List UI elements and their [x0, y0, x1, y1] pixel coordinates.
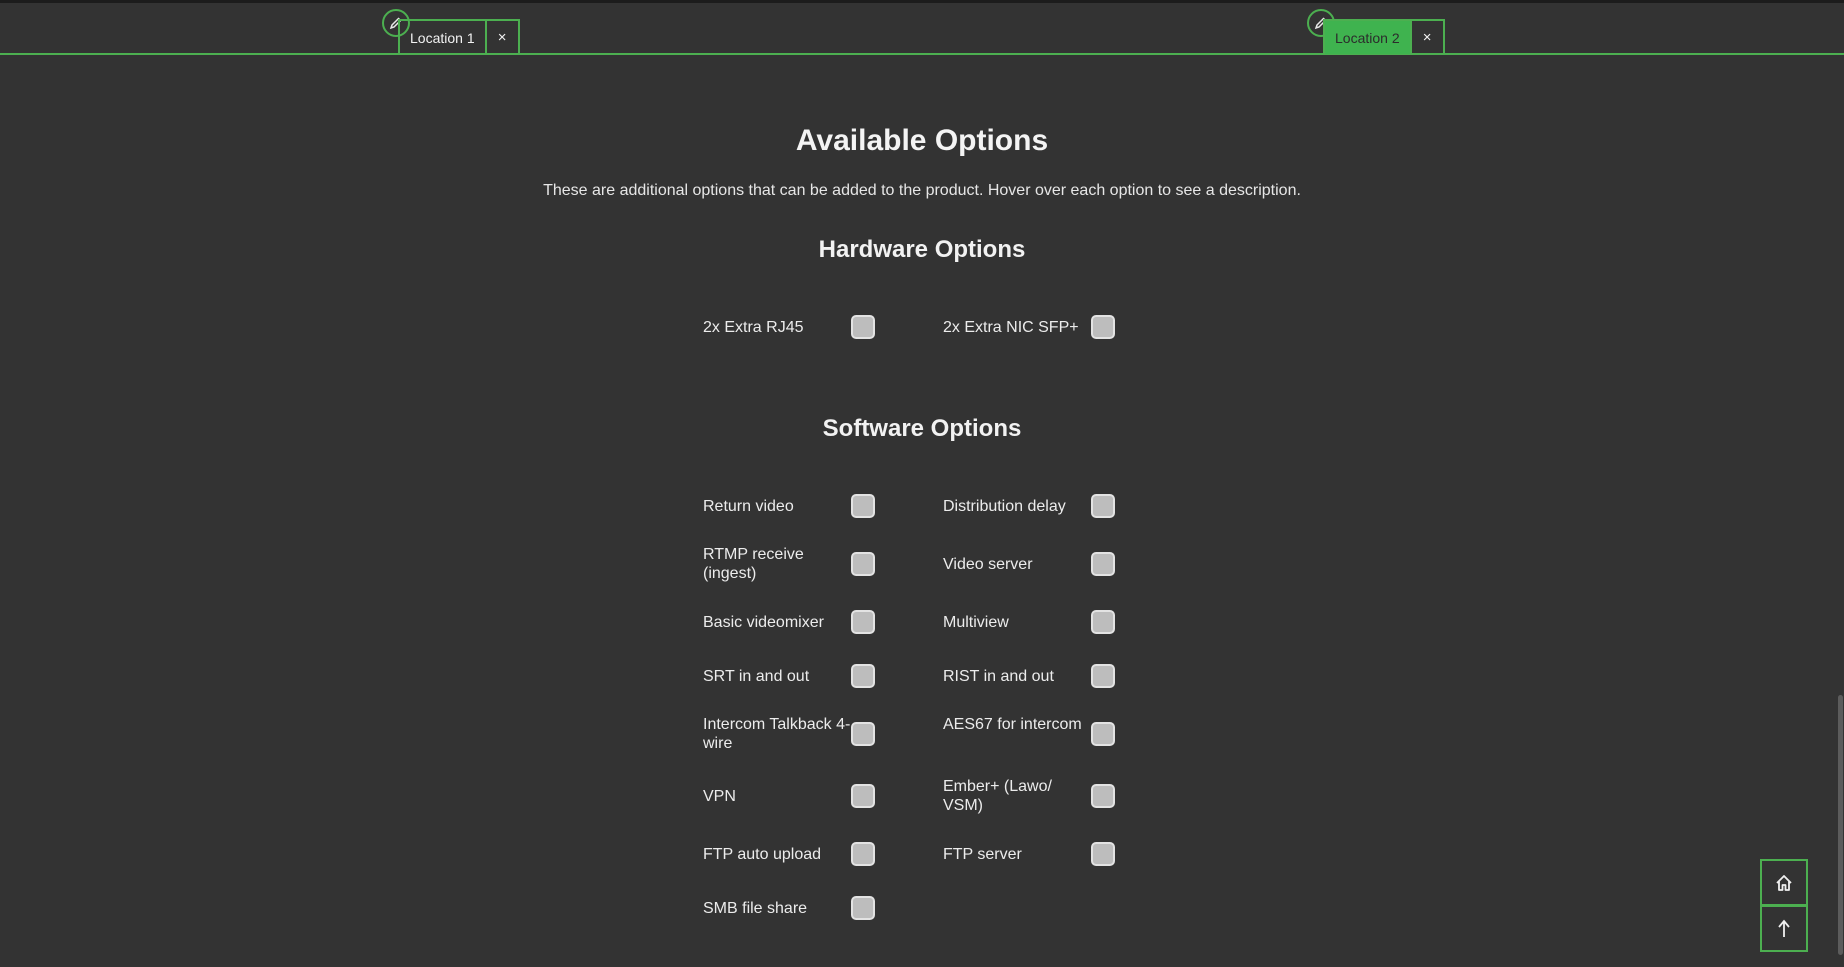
software-option-label-multiview: Multiview	[943, 613, 1009, 631]
tab-location-2[interactable]: Location 2 ×	[1323, 19, 1445, 54]
software-option-label-ftp-server: FTP server	[943, 845, 1022, 863]
software-option-checkbox-vpn[interactable]	[851, 784, 875, 808]
software-option-checkbox-smb-file-share[interactable]	[851, 896, 875, 920]
software-option-label-vpn: VPN	[703, 787, 736, 805]
scroll-to-top-button[interactable]	[1760, 905, 1808, 952]
software-option-label-video-server: Video server	[943, 555, 1033, 573]
arrow-up-icon	[1778, 919, 1790, 937]
hardware-option-label-2x-extra-nic-sfp: 2x Extra NIC SFP+	[943, 318, 1079, 336]
software-option-label-intercom-talkback-4-wire: Intercom Talkback 4-wire	[703, 716, 851, 752]
software-option-label-return-video: Return video	[703, 497, 794, 515]
software-option-label-distribution-delay: Distribution delay	[943, 497, 1066, 515]
location-tab-bar: Location 1 × Location 2 ×	[0, 3, 1844, 55]
hardware-option-checkbox-2x-extra-nic-sfp[interactable]	[1091, 315, 1115, 339]
software-option-checkbox-multiview[interactable]	[1091, 610, 1115, 634]
tab-location-1-label[interactable]: Location 1	[398, 19, 487, 54]
software-option-checkbox-video-server[interactable]	[1091, 552, 1115, 576]
tab-location-1-close-icon[interactable]: ×	[486, 19, 520, 54]
software-option-checkbox-aes67-for-intercom[interactable]	[1091, 722, 1115, 746]
software-option-checkbox-distribution-delay[interactable]	[1091, 494, 1115, 518]
software-option-checkbox-rtmp-receive-ingest[interactable]	[851, 552, 875, 576]
software-option-checkbox-srt-in-and-out[interactable]	[851, 664, 875, 688]
software-options-title: Software Options	[822, 415, 1022, 442]
software-option-label-ember-lawo-vsm: Ember+ (Lawo/ VSM)	[943, 778, 1052, 814]
scrollbar-thumb[interactable]	[1838, 695, 1843, 955]
software-option-checkbox-basic-videomixer[interactable]	[851, 610, 875, 634]
page-description: These are additional options that can be…	[543, 182, 1301, 199]
tab-location-2-close-icon[interactable]: ×	[1411, 19, 1445, 54]
page-scrollbar[interactable]	[1836, 55, 1844, 967]
software-option-label-aes67-for-intercom: AES67 for intercom	[943, 716, 1082, 733]
software-option-checkbox-intercom-talkback-4-wire[interactable]	[851, 722, 875, 746]
hardware-option-label-2x-extra-rj45: 2x Extra RJ45	[703, 318, 804, 336]
software-option-checkbox-rist-in-and-out[interactable]	[1091, 664, 1115, 688]
tab-location-1[interactable]: Location 1 ×	[398, 19, 520, 54]
tab-location-2-label[interactable]: Location 2	[1323, 19, 1412, 54]
software-option-label-smb-file-share: SMB file share	[703, 899, 808, 917]
software-option-checkbox-ftp-server[interactable]	[1091, 842, 1115, 866]
software-option-checkbox-ember-lawo-vsm[interactable]	[1091, 784, 1115, 808]
home-icon	[1776, 874, 1792, 891]
software-option-label-ftp-auto-upload: FTP auto upload	[703, 845, 822, 863]
hardware-option-checkbox-2x-extra-rj45[interactable]	[851, 315, 875, 339]
software-option-label-srt-in-and-out: SRT in and out	[703, 667, 810, 685]
hardware-options-title: Hardware Options	[818, 236, 1026, 263]
home-button[interactable]	[1760, 859, 1808, 906]
software-option-label-rist-in-and-out: RIST in and out	[943, 667, 1054, 685]
software-option-label-basic-videomixer: Basic videomixer	[703, 613, 824, 631]
page-title: Available Options	[795, 124, 1049, 157]
software-option-checkbox-ftp-auto-upload[interactable]	[851, 842, 875, 866]
software-option-label-rtmp-receive-ingest: RTMP receive (ingest)	[703, 546, 804, 582]
software-option-checkbox-return-video[interactable]	[851, 494, 875, 518]
